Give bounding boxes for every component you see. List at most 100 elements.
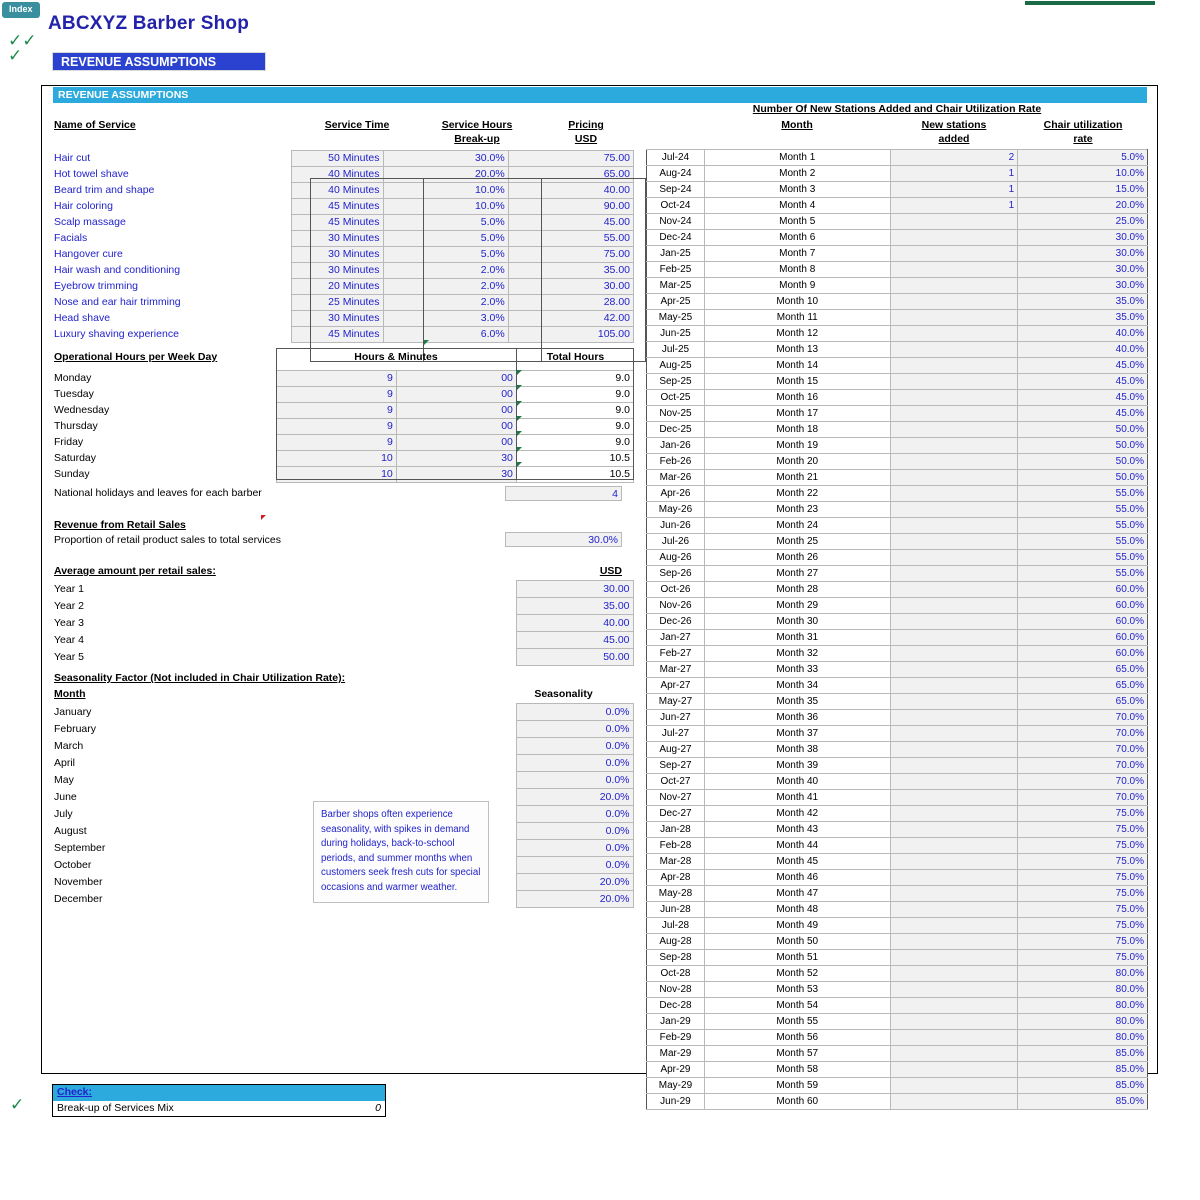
station-new-added[interactable] [889, 805, 1019, 822]
station-new-added[interactable]: 2 [889, 149, 1019, 166]
hours-value[interactable]: 9 [275, 402, 397, 419]
service-time[interactable]: 45 Minutes [291, 326, 384, 343]
station-chair-utilization[interactable]: 65.0% [1017, 661, 1148, 678]
seasonality-value[interactable]: 0.0% [515, 737, 634, 755]
station-new-added[interactable] [889, 853, 1019, 870]
station-chair-utilization[interactable]: 60.0% [1017, 597, 1148, 614]
station-new-added[interactable] [889, 421, 1019, 438]
service-price[interactable]: 105.00 [507, 326, 635, 343]
station-chair-utilization[interactable]: 60.0% [1017, 645, 1148, 662]
station-new-added[interactable]: 1 [889, 197, 1019, 214]
service-price[interactable]: 40.00 [507, 182, 635, 199]
minutes-value[interactable]: 00 [395, 402, 517, 419]
service-time[interactable]: 45 Minutes [291, 214, 384, 231]
station-chair-utilization[interactable]: 85.0% [1017, 1077, 1148, 1094]
service-price[interactable]: 35.00 [507, 262, 635, 279]
station-new-added[interactable] [889, 533, 1019, 550]
station-new-added[interactable] [889, 965, 1019, 982]
station-chair-utilization[interactable]: 70.0% [1017, 773, 1148, 790]
station-chair-utilization[interactable]: 55.0% [1017, 549, 1148, 566]
station-chair-utilization[interactable]: 30.0% [1017, 261, 1148, 278]
station-chair-utilization[interactable]: 45.0% [1017, 405, 1148, 422]
retail-proportion-value[interactable]: 30.0% [505, 532, 622, 548]
hours-value[interactable]: 9 [275, 386, 397, 403]
station-new-added[interactable] [889, 389, 1019, 406]
station-new-added[interactable] [889, 613, 1019, 630]
retail-year-value[interactable]: 35.00 [515, 597, 634, 615]
station-chair-utilization[interactable]: 75.0% [1017, 949, 1148, 966]
station-new-added[interactable] [889, 485, 1019, 502]
service-time[interactable]: 30 Minutes [291, 310, 384, 327]
station-new-added[interactable] [889, 1061, 1019, 1078]
station-chair-utilization[interactable]: 40.0% [1017, 341, 1148, 358]
station-chair-utilization[interactable]: 85.0% [1017, 1061, 1148, 1078]
station-new-added[interactable] [889, 501, 1019, 518]
station-new-added[interactable] [889, 981, 1019, 998]
station-new-added[interactable] [889, 277, 1019, 294]
service-price[interactable]: 30.00 [507, 278, 635, 295]
service-breakup[interactable]: 3.0% [382, 310, 509, 327]
station-chair-utilization[interactable]: 30.0% [1017, 229, 1148, 246]
minutes-value[interactable]: 00 [395, 418, 517, 435]
station-new-added[interactable] [889, 933, 1019, 950]
station-new-added[interactable] [889, 1077, 1019, 1094]
service-breakup[interactable]: 2.0% [382, 262, 509, 279]
service-time[interactable]: 30 Minutes [291, 230, 384, 247]
station-new-added[interactable] [889, 597, 1019, 614]
station-chair-utilization[interactable]: 55.0% [1017, 565, 1148, 582]
retail-year-value[interactable]: 45.00 [515, 631, 634, 649]
station-new-added[interactable] [889, 1093, 1019, 1110]
service-price[interactable]: 45.00 [507, 214, 635, 231]
station-chair-utilization[interactable]: 35.0% [1017, 293, 1148, 310]
station-chair-utilization[interactable]: 70.0% [1017, 725, 1148, 742]
station-new-added[interactable] [889, 629, 1019, 646]
retail-year-value[interactable]: 30.00 [515, 580, 634, 598]
station-chair-utilization[interactable]: 75.0% [1017, 853, 1148, 870]
station-new-added[interactable]: 1 [889, 165, 1019, 182]
station-chair-utilization[interactable]: 50.0% [1017, 437, 1148, 454]
station-new-added[interactable] [889, 373, 1019, 390]
seasonality-value[interactable]: 0.0% [515, 771, 634, 789]
station-new-added[interactable] [889, 645, 1019, 662]
station-chair-utilization[interactable]: 75.0% [1017, 917, 1148, 934]
station-new-added[interactable] [889, 245, 1019, 262]
service-time[interactable]: 40 Minutes [291, 182, 384, 199]
service-breakup[interactable]: 2.0% [382, 294, 509, 311]
station-chair-utilization[interactable]: 75.0% [1017, 869, 1148, 886]
station-new-added[interactable] [889, 725, 1019, 742]
service-breakup[interactable]: 5.0% [382, 246, 509, 263]
station-new-added[interactable] [889, 869, 1019, 886]
station-chair-utilization[interactable]: 80.0% [1017, 1029, 1148, 1046]
station-chair-utilization[interactable]: 75.0% [1017, 885, 1148, 902]
station-new-added[interactable] [889, 741, 1019, 758]
station-new-added[interactable] [889, 517, 1019, 534]
station-new-added[interactable] [889, 773, 1019, 790]
station-chair-utilization[interactable]: 20.0% [1017, 197, 1148, 214]
service-time[interactable]: 30 Minutes [291, 246, 384, 263]
hours-value[interactable]: 10 [275, 450, 397, 467]
station-chair-utilization[interactable]: 45.0% [1017, 373, 1148, 390]
station-chair-utilization[interactable]: 55.0% [1017, 501, 1148, 518]
service-breakup[interactable]: 10.0% [382, 182, 509, 199]
station-chair-utilization[interactable]: 60.0% [1017, 581, 1148, 598]
index-tab-button[interactable]: Index [2, 2, 40, 18]
station-new-added[interactable] [889, 405, 1019, 422]
station-new-added[interactable] [889, 213, 1019, 230]
station-new-added[interactable] [889, 661, 1019, 678]
service-breakup[interactable]: 20.0% [382, 166, 509, 183]
retail-year-value[interactable]: 50.00 [515, 648, 634, 666]
station-chair-utilization[interactable]: 75.0% [1017, 821, 1148, 838]
station-new-added[interactable] [889, 789, 1019, 806]
service-price[interactable]: 90.00 [507, 198, 635, 215]
station-chair-utilization[interactable]: 5.0% [1017, 149, 1148, 166]
minutes-value[interactable]: 00 [395, 370, 517, 387]
station-new-added[interactable] [889, 901, 1019, 918]
station-new-added[interactable] [889, 261, 1019, 278]
station-new-added[interactable] [889, 677, 1019, 694]
hours-value[interactable]: 9 [275, 370, 397, 387]
station-chair-utilization[interactable]: 70.0% [1017, 709, 1148, 726]
station-new-added[interactable] [889, 949, 1019, 966]
station-new-added[interactable] [889, 1013, 1019, 1030]
service-time[interactable]: 20 Minutes [291, 278, 384, 295]
station-chair-utilization[interactable]: 25.0% [1017, 213, 1148, 230]
